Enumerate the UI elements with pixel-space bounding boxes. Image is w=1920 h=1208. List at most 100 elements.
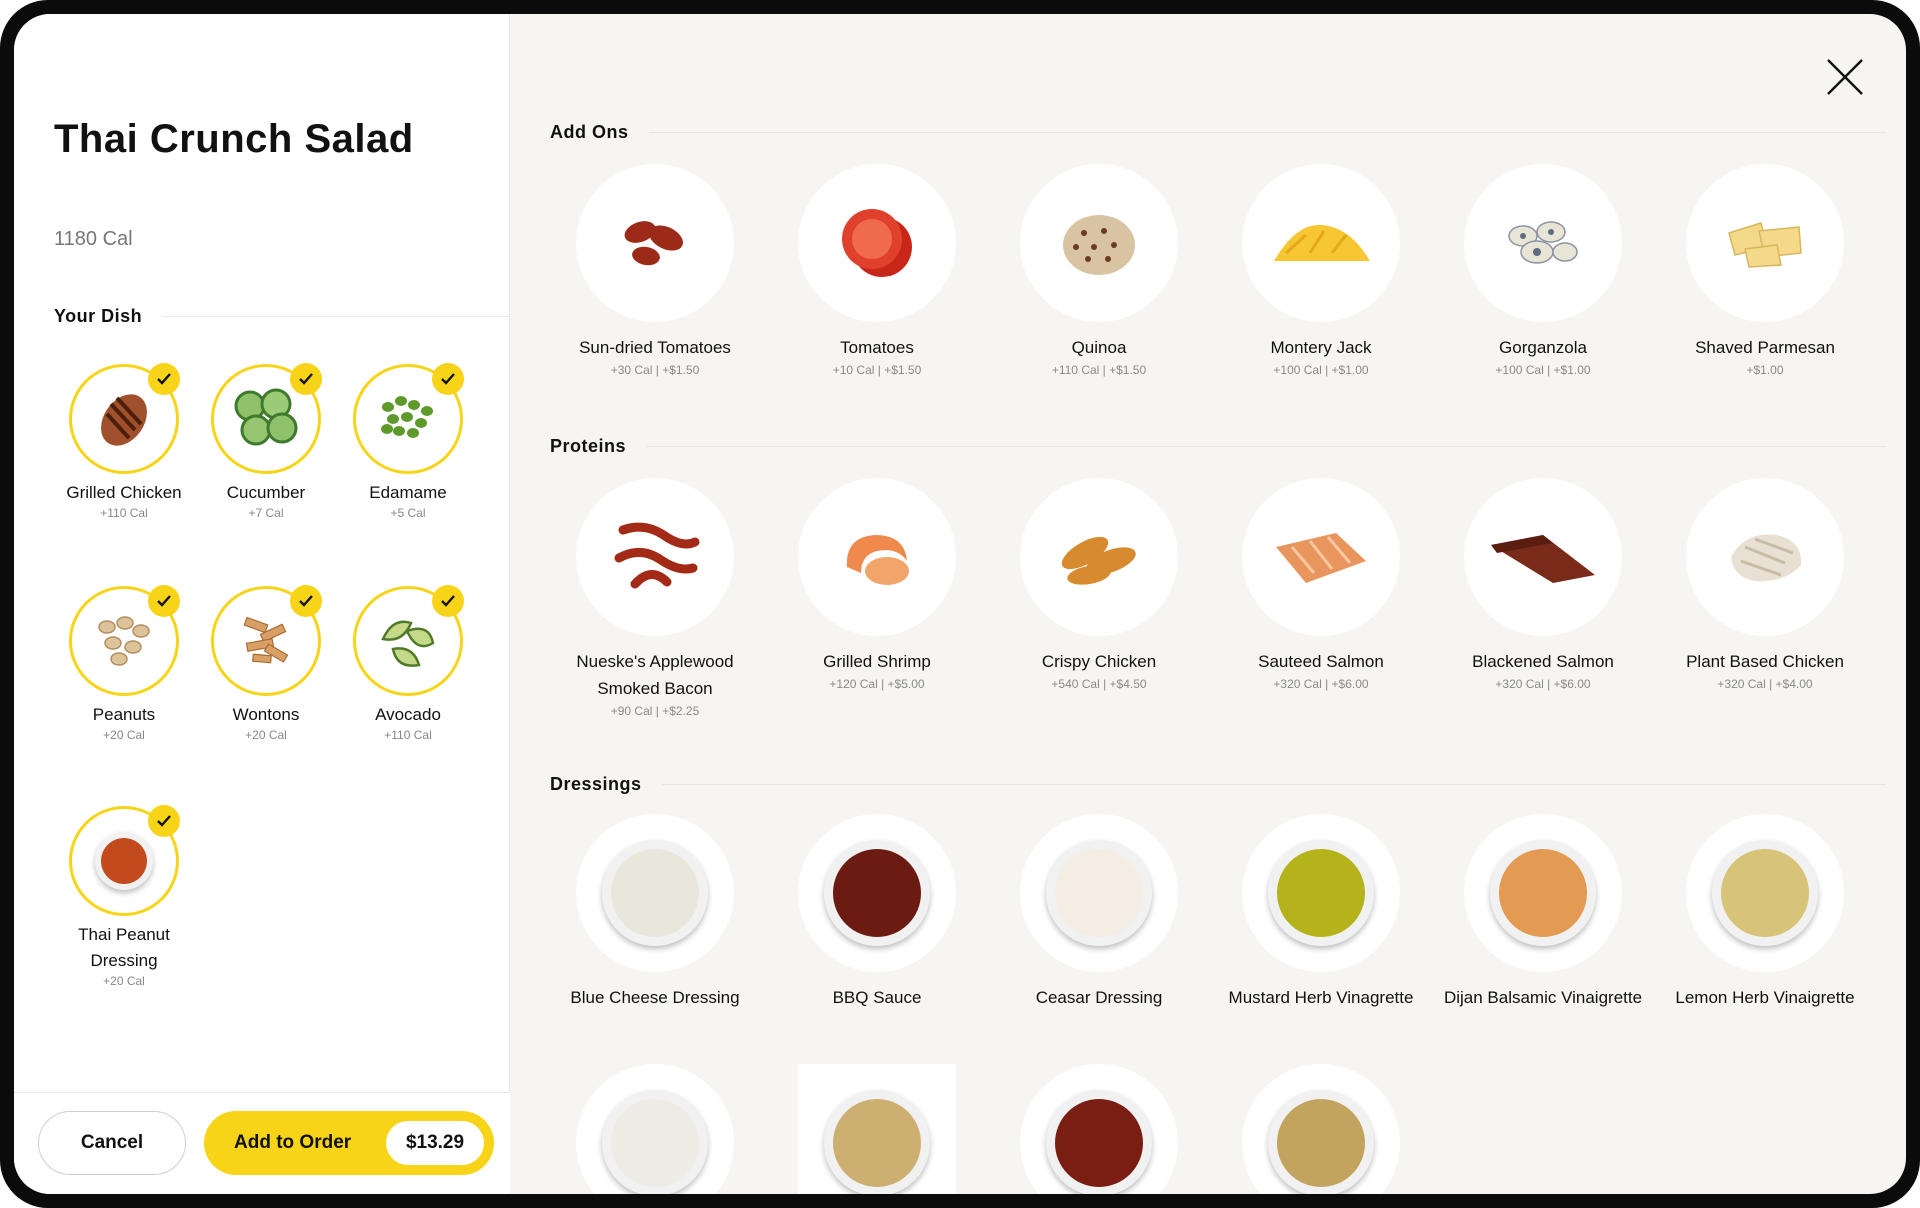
- dish-item-calories: +7 Cal: [248, 506, 284, 520]
- app-screen: Thai Crunch Salad 1180 Cal Your Dish Gri…: [14, 14, 1906, 1194]
- dressing-bowl-icon: [1046, 1090, 1152, 1194]
- dressing-bowl-icon: [824, 1090, 930, 1194]
- option-shaved-parmesan[interactable]: Shaved Parmesan +$1.00: [1660, 164, 1870, 379]
- divider: [162, 316, 510, 317]
- option-details: +10 Cal | +$1.50: [832, 363, 922, 377]
- option-gorganzola[interactable]: Gorganzola +100 Cal | +$1.00: [1438, 164, 1648, 379]
- option-name: Dijan Balsamic Vinaigrette: [1443, 988, 1643, 1007]
- option-name: Blackened Salmon: [1472, 652, 1614, 671]
- option-sauteed-salmon[interactable]: Sauteed Salmon +320 Cal | +$6.00: [1216, 478, 1426, 693]
- dish-item-cucumber[interactable]: Cucumber +7 Cal: [196, 363, 336, 520]
- dish-item-image: [69, 585, 180, 696]
- selected-check-icon: [148, 585, 180, 617]
- shrimp-icon: [846, 535, 909, 585]
- option-image: [798, 478, 956, 636]
- dressing-bowl-icon: [1046, 840, 1152, 946]
- option-plant-based-chicken[interactable]: Plant Based Chicken +320 Cal | +$4.00: [1660, 478, 1870, 693]
- divider: [648, 132, 1886, 133]
- divider: [661, 784, 1886, 785]
- tablet-frame: Thai Crunch Salad 1180 Cal Your Dish Gri…: [0, 0, 1920, 1208]
- option-details: +320 Cal | +$6.00: [1273, 677, 1369, 691]
- dish-item-edamame[interactable]: Edamame +5 Cal: [338, 363, 478, 520]
- close-button[interactable]: [1820, 52, 1870, 102]
- option-image: [1020, 478, 1178, 636]
- dish-item-calories: +20 Cal: [103, 728, 145, 742]
- tomato-slices-icon: [842, 209, 912, 277]
- option-dressing-more[interactable]: [1216, 1064, 1426, 1194]
- option-tomatoes[interactable]: Tomatoes +10 Cal | +$1.50: [772, 164, 982, 379]
- option-image: [1464, 814, 1622, 972]
- option-name: Blue Cheese Dressing: [570, 988, 740, 1007]
- option-image: [576, 478, 734, 636]
- dressing-bowl-icon: [1490, 840, 1596, 946]
- option-montery-jack[interactable]: Montery Jack +100 Cal | +$1.00: [1216, 164, 1426, 379]
- dish-item-image: [353, 363, 464, 474]
- option-sun-dried-tomatoes[interactable]: Sun-dried Tomatoes +30 Cal | +$1.50: [550, 164, 760, 379]
- selected-check-icon: [290, 363, 322, 395]
- option-details: +90 Cal | +$2.25: [610, 704, 700, 718]
- option-details: +540 Cal | +$4.50: [1051, 677, 1147, 691]
- divider: [646, 446, 1886, 447]
- dish-item-wontons[interactable]: Wontons +20 Cal: [196, 585, 336, 742]
- option-dijan-balsamic-vinaigrette[interactable]: Dijan Balsamic Vinaigrette: [1438, 814, 1648, 1011]
- edamame-icon: [381, 396, 433, 438]
- option-image: [1242, 478, 1400, 636]
- dish-item-grilled-chicken[interactable]: Grilled Chicken +110 Cal: [54, 363, 194, 520]
- option-dressing-more[interactable]: [550, 1064, 760, 1194]
- add-to-order-button[interactable]: Add to Order $13.29: [204, 1111, 494, 1175]
- option-applewood-bacon[interactable]: Nueske's Applewood Smoked Bacon +90 Cal …: [550, 478, 760, 720]
- crispy-chicken-icon: [1061, 536, 1136, 585]
- selected-check-icon: [148, 805, 180, 837]
- option-lemon-herb-vinaigrette[interactable]: Lemon Herb Vinaigrette: [1660, 814, 1870, 1011]
- dressing-bowl-icon: [1268, 840, 1374, 946]
- option-name: Crispy Chicken: [1041, 652, 1157, 671]
- plant-based-chicken-icon: [1731, 534, 1802, 582]
- dressing-fill: [833, 1099, 921, 1187]
- option-blackened-salmon[interactable]: Blackened Salmon +320 Cal | +$6.00: [1438, 478, 1648, 693]
- close-icon: [1827, 59, 1863, 95]
- dressing-fill: [1499, 849, 1587, 937]
- dish-item-name: Cucumber: [226, 483, 306, 502]
- option-ceasar-dressing[interactable]: Ceasar Dressing: [994, 814, 1204, 1011]
- option-name: Shaved Parmesan: [1695, 338, 1835, 357]
- option-details: +110 Cal | +$1.50: [1051, 363, 1147, 377]
- option-mustard-herb-vinagrette[interactable]: Mustard Herb Vinagrette: [1216, 814, 1426, 1011]
- dish-item-peanuts[interactable]: Peanuts +20 Cal: [54, 585, 194, 742]
- dish-item-avocado[interactable]: Avocado +110 Cal: [338, 585, 478, 742]
- sun-dried-tomatoes-icon: [624, 221, 683, 266]
- cucumber-icon: [234, 388, 298, 446]
- dressing-bowl-icon: [95, 832, 153, 890]
- dressing-fill: [1055, 1099, 1143, 1187]
- dish-item-name: Thai Peanut Dressing: [78, 925, 170, 970]
- option-dressing-more[interactable]: [994, 1064, 1204, 1194]
- dish-item-calories: +20 Cal: [103, 974, 145, 988]
- dish-item-thai-peanut-dressing[interactable]: Thai Peanut Dressing +20 Cal: [54, 805, 194, 988]
- customize-panel: Add Ons Sun-dried Tomatoes +30 Cal | +$1…: [510, 14, 1906, 1194]
- cancel-button[interactable]: Cancel: [38, 1111, 186, 1175]
- option-image: [1242, 164, 1400, 322]
- option-image: [1464, 164, 1622, 322]
- avocado-icon: [381, 620, 435, 667]
- option-details: +320 Cal | +$6.00: [1495, 677, 1591, 691]
- option-blue-cheese-dressing[interactable]: Blue Cheese Dressing: [550, 814, 760, 1011]
- option-image: [798, 164, 956, 322]
- salmon-icon: [1276, 533, 1366, 583]
- section-title: Add Ons: [550, 122, 629, 142]
- dish-item-calories: +5 Cal: [390, 506, 426, 520]
- option-image: [1020, 814, 1178, 972]
- dressing-bowl-icon: [824, 840, 930, 946]
- section-title: Dressings: [550, 774, 642, 794]
- dish-item-image: [69, 805, 180, 916]
- option-image: [798, 1064, 956, 1194]
- option-image: [1242, 1064, 1400, 1194]
- option-crispy-chicken[interactable]: Crispy Chicken +540 Cal | +$4.50: [994, 478, 1204, 693]
- option-quinoa[interactable]: Quinoa +110 Cal | +$1.50: [994, 164, 1204, 379]
- option-image: [576, 814, 734, 972]
- option-image: [1686, 478, 1844, 636]
- option-dressing-more[interactable]: [772, 1064, 982, 1194]
- option-bbq-sauce[interactable]: BBQ Sauce: [772, 814, 982, 1011]
- section-title: Proteins: [550, 436, 627, 456]
- dressing-fill: [833, 849, 921, 937]
- dish-item-name: Peanuts: [92, 705, 156, 724]
- option-grilled-shrimp[interactable]: Grilled Shrimp +120 Cal | +$5.00: [772, 478, 982, 693]
